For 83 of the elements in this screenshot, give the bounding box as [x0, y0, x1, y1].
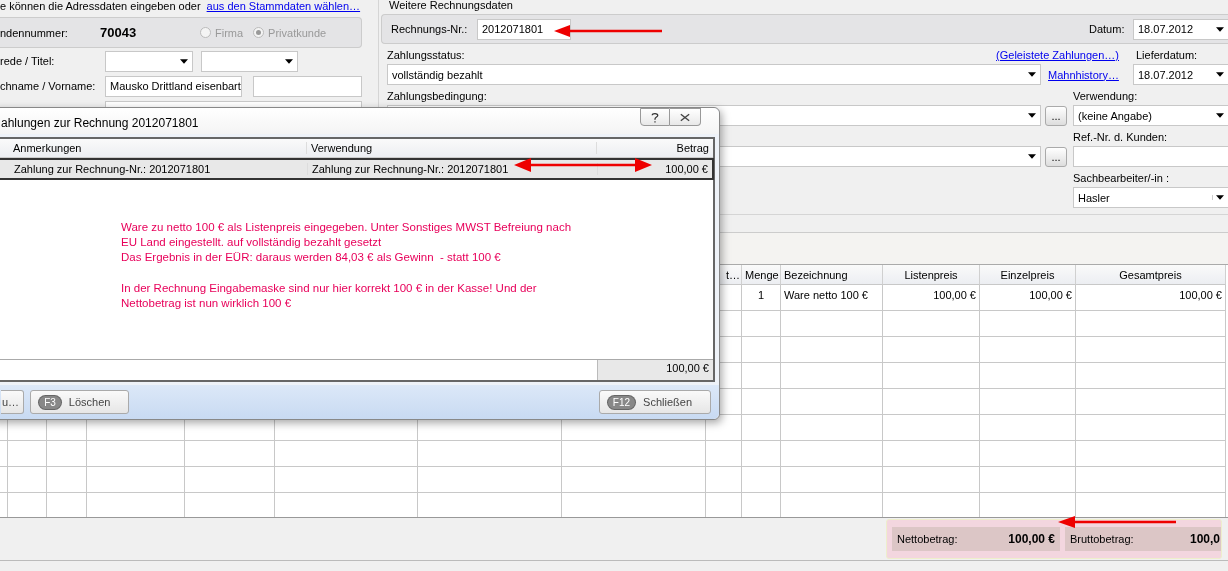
- usage-dropdown[interactable]: (keine Angabe): [1073, 105, 1228, 126]
- empty-cell: [8, 467, 47, 493]
- dialog-title: ahlungen zur Rechnung 2012071801: [1, 116, 200, 130]
- total-label: Bruttobetrag:: [1070, 533, 1135, 545]
- key-badge: F12: [607, 395, 636, 409]
- caret-icon: [1028, 154, 1036, 159]
- table-cell: 1: [742, 285, 781, 311]
- column-header[interactable]: Betrag: [596, 142, 713, 154]
- total-label: Nettobetrag:: [897, 533, 959, 545]
- annotation-note: In der Rechnung Eingabemaske sind nur hier korrekt 100 € in der Kasse! Und der Nettobetrag ist nun wirklich 100 €: [121, 281, 538, 311]
- stammdaten-link[interactable]: aus den Stammdaten wählen…: [206, 0, 361, 14]
- empty-cell: [742, 467, 781, 493]
- column-header[interactable]: Bezeichnung: [781, 265, 883, 285]
- column-header[interactable]: Gesamtpreis: [1076, 265, 1226, 285]
- caret-icon: [1216, 26, 1224, 32]
- payments-link[interactable]: (Geleistete Zahlungen…): [996, 49, 1119, 61]
- field-label: ndennummer:: [0, 26, 69, 39]
- close-button[interactable]: [670, 108, 701, 126]
- dropdown[interactable]: [105, 50, 193, 72]
- payment-status-dropdown[interactable]: vollständig bezahlt: [387, 64, 1041, 85]
- caret-icon: [1028, 113, 1036, 118]
- column-header[interactable]: Verwendung: [306, 142, 596, 154]
- intro-text: e können die Adressdaten eingeben oder: [0, 0, 201, 14]
- empty-cell: [742, 415, 781, 441]
- total-value: 100,0: [1189, 532, 1220, 546]
- help-button[interactable]: [640, 108, 670, 126]
- sum-field: 100,00 €: [597, 360, 713, 380]
- payment-row[interactable]: Zahlung zur Rechnung-Nr.: 2012071801 Zahlung zur Rechnung-Nr.: 2012071801 100,00 €: [0, 158, 714, 180]
- field-label: Verwendung:: [1073, 90, 1139, 102]
- table-cell: 100,00 €: [883, 285, 980, 311]
- caret-icon: [1216, 113, 1224, 118]
- column-header[interactable]: Einzelpreis: [980, 265, 1076, 285]
- caret-icon: [180, 58, 188, 64]
- last-name-field[interactable]: Mausko Drittland eisenbart: [105, 75, 242, 97]
- field-label: Rechnungs-Nr.:: [391, 23, 469, 35]
- field-label: Lieferdatum:: [1136, 49, 1199, 61]
- empty-cell: [47, 441, 87, 467]
- first-name-field[interactable]: [253, 75, 362, 97]
- delivery-date-dropdown[interactable]: 18.07.2012: [1133, 64, 1228, 85]
- invoice-number-field[interactable]: 2012071801: [477, 18, 571, 40]
- column-header[interactable]: Menge: [742, 265, 781, 285]
- empty-cell: [706, 441, 742, 467]
- key-badge: F3: [39, 395, 61, 409]
- column-header[interactable]: Anmerkungen: [9, 142, 306, 154]
- field-label: Datum:: [1089, 23, 1126, 35]
- table-cell: 100,00 €: [1076, 285, 1226, 311]
- field-label: Sachbearbeiter/-in :: [1073, 172, 1170, 184]
- empty-cell: [742, 311, 781, 337]
- caret-icon: [285, 58, 293, 64]
- dunning-history-link[interactable]: Mahnhistory…: [1048, 68, 1119, 81]
- annotation-note: Ware zu netto 100 € als Listenpreis eingegeben. Unter Sonstiges MWST Befreiung nach EU Land eingestellt. auf vollständig bezahlt gesetzt Das Ergebnis in der EÜR: daraus werden 84,03 € als Gewinn - statt 100 €: [121, 220, 573, 265]
- group-title: Weitere Rechnungsdaten: [387, 0, 515, 11]
- help-icon: [650, 111, 660, 123]
- field-label: chname / Vorname:: [0, 80, 97, 92]
- dialog-button[interactable]: u…: [1, 390, 25, 414]
- caret-icon: [1028, 72, 1036, 77]
- total-value: 100,00 €: [1008, 532, 1055, 546]
- dialog-button[interactable]: F3 Löschen: [30, 390, 130, 414]
- customer-ref-field[interactable]: [1073, 146, 1228, 167]
- caret-icon: [1216, 72, 1224, 77]
- empty-cell: [742, 389, 781, 415]
- more-button[interactable]: ...: [1045, 146, 1067, 167]
- field-label: Zahlungsbedingung:: [387, 90, 488, 102]
- dialog-button[interactable]: F12 Schließen: [598, 390, 711, 414]
- dropdown[interactable]: [201, 50, 298, 72]
- field-label: Zahlungsstatus:: [387, 49, 466, 61]
- empty-cell: [8, 441, 47, 467]
- empty-cell: [706, 467, 742, 493]
- field-label: Ref.-Nr. d. Kunden:: [1073, 131, 1169, 143]
- more-button[interactable]: ...: [1045, 105, 1067, 126]
- empty-cell: [742, 441, 781, 467]
- customer-number: 70043: [100, 25, 138, 40]
- empty-cell: [47, 467, 87, 493]
- caret-icon: [1212, 195, 1224, 200]
- field-label: rede / Titel:: [0, 55, 56, 67]
- empty-cell: [742, 337, 781, 363]
- table-cell: Ware netto 100 €: [781, 285, 883, 311]
- empty-cell: [742, 363, 781, 389]
- table-cell: 100,00 €: [980, 285, 1076, 311]
- clerk-dropdown[interactable]: Hasler: [1073, 187, 1228, 208]
- date-dropdown[interactable]: 18.07.2012: [1133, 18, 1228, 40]
- close-icon: [680, 111, 690, 123]
- column-header[interactable]: Listenpreis: [883, 265, 980, 285]
